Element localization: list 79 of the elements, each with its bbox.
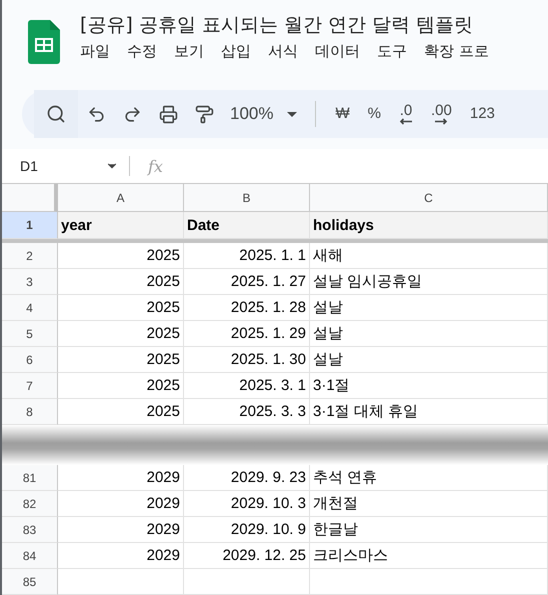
row-header[interactable]: 8 — [2, 399, 58, 425]
format-button[interactable]: 123 — [460, 107, 504, 121]
table-cell: 설날 — [310, 321, 548, 347]
header-cell: holidays — [310, 212, 548, 239]
zoom-dropdown[interactable]: 100% — [222, 104, 306, 124]
table-cell: 2025. 1. 30 — [184, 347, 310, 373]
search-icon — [46, 104, 66, 124]
table-cell: 2029. 9. 23 — [184, 465, 310, 491]
menu-item[interactable]: 서식 — [268, 42, 298, 61]
table-cell: 설날 — [310, 347, 548, 373]
table-cell: 2025 — [58, 295, 184, 321]
table-cell: 2025 — [58, 347, 184, 373]
format-button[interactable]: ₩ — [326, 107, 359, 121]
row-header[interactable]: 6 — [2, 347, 58, 373]
row-header[interactable]: 2 — [2, 243, 58, 269]
table-cell: 2029. 10. 3 — [184, 491, 310, 517]
undo-icon — [86, 104, 106, 124]
table-cell: 2025 — [58, 399, 184, 425]
sheets-logo[interactable] — [28, 20, 60, 64]
menu-item[interactable]: 수정 — [127, 42, 157, 61]
row-header[interactable]: 4 — [2, 295, 58, 321]
row-header[interactable]: 1 — [2, 212, 58, 239]
table-cell: 추석 연휴 — [310, 465, 548, 491]
formula-label: fx — [148, 156, 163, 176]
table-cell: 새해 — [310, 243, 548, 269]
table-cell: 2025 — [58, 321, 184, 347]
row-header[interactable]: 85 — [2, 569, 58, 595]
table-cell: 2029 — [58, 465, 184, 491]
table-cell: 한글날 — [310, 517, 548, 543]
decimal-button[interactable]: .00 — [422, 104, 461, 124]
row-header[interactable]: 82 — [2, 491, 58, 517]
table-cell: 2025. 3. 1 — [184, 373, 310, 399]
table-cell: 개천절 — [310, 491, 548, 517]
arrow-icon — [399, 118, 413, 124]
row-header[interactable]: 84 — [2, 543, 58, 569]
document-title[interactable]: [공유] 공휴일 표시되는 월간 연간 달력 템플릿 — [80, 12, 489, 38]
column-header[interactable]: C — [310, 184, 548, 212]
row-header[interactable]: 83 — [2, 517, 58, 543]
table-cell: 3·1절 대체 휴일 — [310, 399, 548, 425]
menu-item[interactable]: 데이터 — [315, 42, 360, 61]
row-header[interactable]: 81 — [2, 465, 58, 491]
menu-item[interactable]: 도구 — [377, 42, 407, 61]
table-cell: 2025. 1. 28 — [184, 295, 310, 321]
header-cell: year — [58, 212, 184, 239]
table-cell: 설날 임시공휴일 — [310, 269, 548, 295]
decimal-button[interactable]: .0 — [390, 104, 422, 124]
menu-item[interactable]: 확장 프로 — [424, 42, 489, 61]
row-header[interactable]: 5 — [2, 321, 58, 347]
header-cell: Date — [184, 212, 310, 239]
table-cell: 3·1절 — [310, 373, 548, 399]
search-button[interactable] — [34, 90, 78, 138]
table-cell: 2029. 10. 9 — [184, 517, 310, 543]
table-cell: 2029 — [58, 491, 184, 517]
menu-item[interactable]: 파일 — [80, 42, 110, 61]
paint-roller-icon — [194, 104, 214, 124]
column-header[interactable]: B — [184, 184, 310, 212]
printer-icon — [158, 104, 178, 124]
menu-item[interactable]: 삽입 — [221, 42, 251, 61]
table-cell: 2025. 1. 29 — [184, 321, 310, 347]
table-cell: 2029. 12. 25 — [184, 543, 310, 569]
row-header[interactable]: 3 — [2, 269, 58, 295]
table-cell: 2025. 1. 1 — [184, 243, 310, 269]
name-box[interactable]: D1 — [2, 156, 130, 176]
table-cell: 크리스마스 — [310, 543, 548, 569]
table-cell: 2025. 1. 27 — [184, 269, 310, 295]
caret-icon — [287, 112, 298, 116]
table-cell: 2025. 3. 3 — [184, 399, 310, 425]
table-cell: 2025 — [58, 269, 184, 295]
table-cell: 2025 — [58, 243, 184, 269]
table-cell: 2029 — [58, 517, 184, 543]
menu-item[interactable]: 보기 — [174, 42, 204, 61]
table-cell: 설날 — [310, 295, 548, 321]
table-cell: 2029 — [58, 543, 184, 569]
column-header[interactable]: A — [58, 184, 184, 212]
table-cell: 2025 — [58, 373, 184, 399]
format-button[interactable]: % — [358, 107, 390, 121]
row-header[interactable]: 7 — [2, 373, 58, 399]
redo-icon — [122, 104, 142, 124]
arrow-icon — [434, 118, 448, 124]
